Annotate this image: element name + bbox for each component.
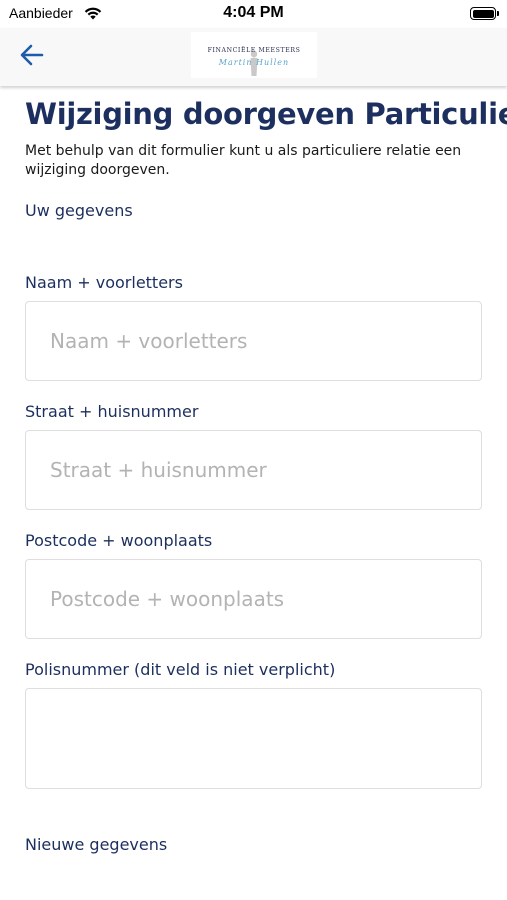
policy-field-container bbox=[25, 688, 482, 789]
logo-text: FINANCIËLE MEESTERS bbox=[207, 47, 301, 54]
back-arrow-icon[interactable] bbox=[18, 41, 46, 69]
page-title: Wijziging doorgeven Particulier bbox=[25, 97, 507, 131]
policy-input[interactable] bbox=[26, 689, 481, 788]
navigation-bar: FINANCIËLE MEESTERS Martin Hullen bbox=[0, 28, 507, 86]
postcode-input[interactable] bbox=[26, 560, 481, 638]
postcode-field-container bbox=[25, 559, 482, 639]
policy-label: Polisnummer (dit veld is niet verplicht) bbox=[25, 660, 336, 679]
battery-icon bbox=[470, 7, 499, 20]
name-input[interactable] bbox=[26, 302, 481, 380]
postcode-label: Postcode + woonplaats bbox=[25, 531, 213, 550]
status-bar: Aanbieder 4:04 PM bbox=[0, 0, 507, 28]
street-field-container bbox=[25, 430, 482, 510]
section-heading-new: Nieuwe gegevens bbox=[25, 835, 168, 854]
section-heading-current: Uw gegevens bbox=[25, 201, 133, 220]
name-field-container bbox=[25, 301, 482, 381]
logo-script: Martin Hullen bbox=[218, 58, 290, 67]
name-label: Naam + voorletters bbox=[25, 273, 183, 292]
street-input[interactable] bbox=[26, 431, 481, 509]
clock: 4:04 PM bbox=[223, 4, 284, 21]
intro-text: Met behulp van dit formulier kunt u als … bbox=[25, 143, 462, 178]
street-label: Straat + huisnummer bbox=[25, 402, 199, 421]
company-logo: FINANCIËLE MEESTERS Martin Hullen bbox=[191, 32, 317, 78]
